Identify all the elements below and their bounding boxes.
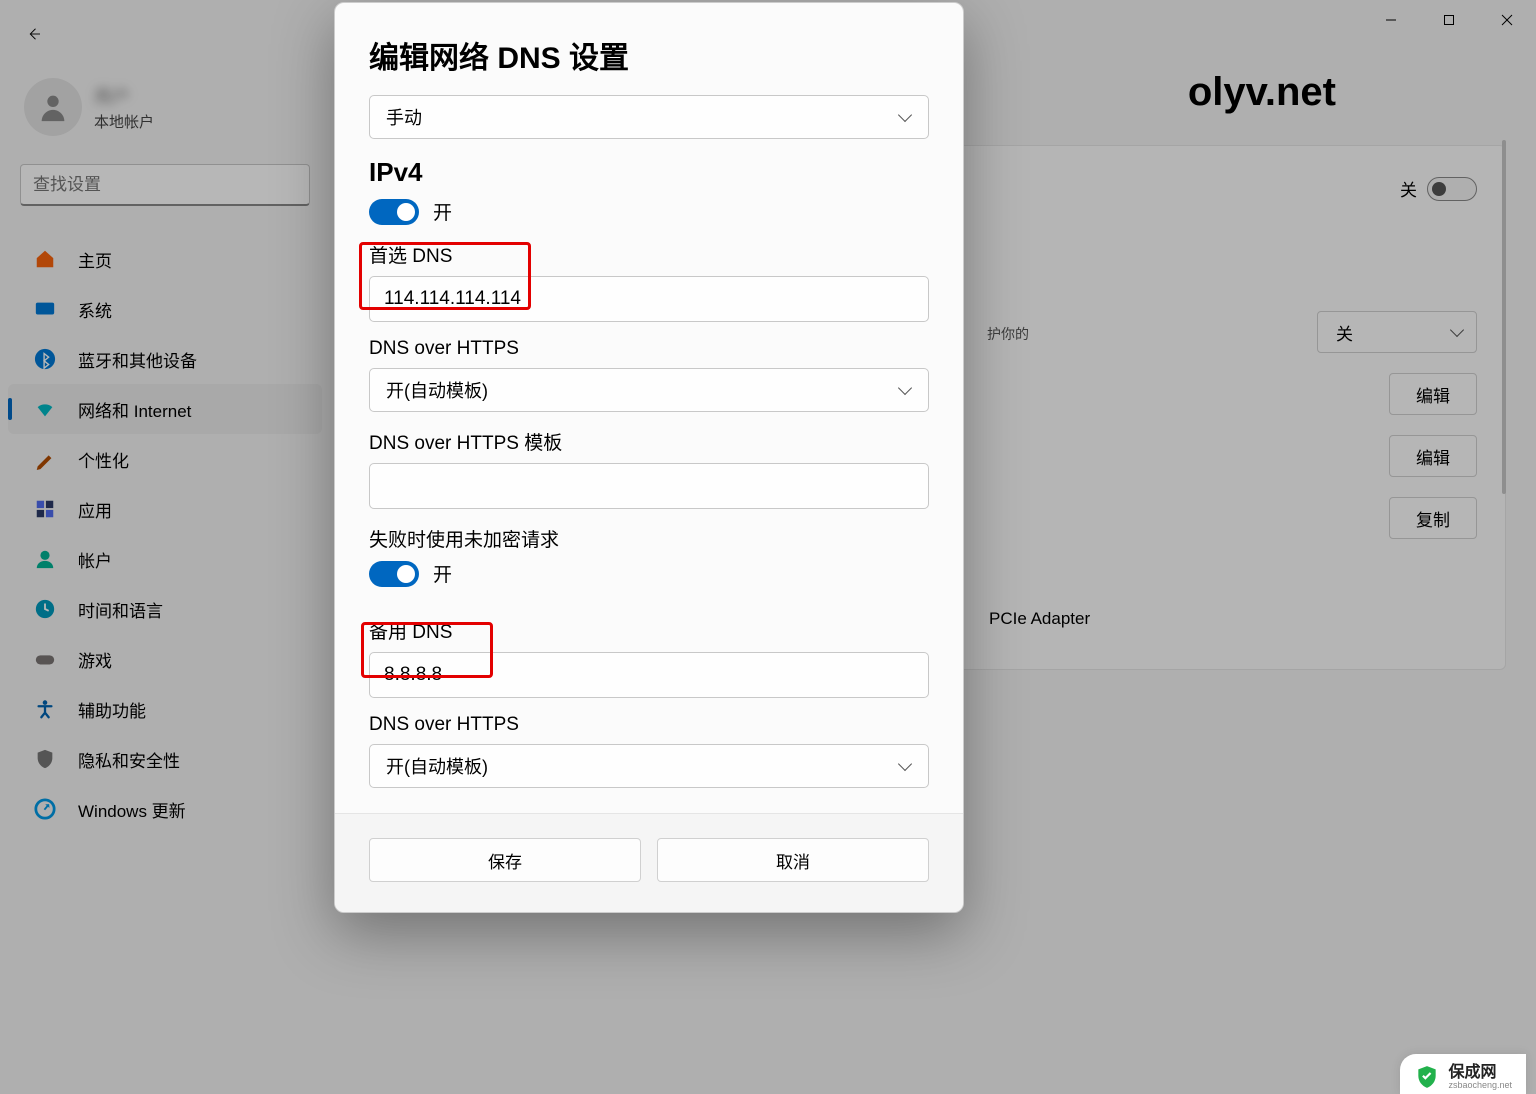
doh-template-input[interactable] xyxy=(369,463,929,509)
watermark: 保成网 zsbaocheng.net xyxy=(1400,1054,1526,1094)
doh-select[interactable]: 开(自动模板) xyxy=(369,368,929,412)
cancel-button[interactable]: 取消 xyxy=(657,838,929,882)
alt-doh-select[interactable]: 开(自动模板) xyxy=(369,744,929,788)
preferred-dns-label: 首选 DNS xyxy=(369,241,929,268)
fallback-toggle-label: 开 xyxy=(433,560,452,587)
alternate-dns-label: 备用 DNS xyxy=(369,617,929,644)
dns-settings-dialog: 编辑网络 DNS 设置 手动 IPv4 开 首选 DNS DNS over HT… xyxy=(334,2,964,913)
dns-mode-select[interactable]: 手动 xyxy=(369,95,929,139)
dialog-title: 编辑网络 DNS 设置 xyxy=(369,33,929,77)
fallback-toggle[interactable] xyxy=(369,561,419,587)
alt-doh-label: DNS over HTTPS xyxy=(369,714,929,736)
shield-check-icon xyxy=(1414,1064,1440,1090)
save-button[interactable]: 保存 xyxy=(369,838,641,882)
alternate-dns-input[interactable] xyxy=(369,652,929,698)
ipv4-toggle-label: 开 xyxy=(433,198,452,225)
doh-label: DNS over HTTPS xyxy=(369,338,929,360)
preferred-dns-input[interactable] xyxy=(369,276,929,322)
watermark-name: 保成网 xyxy=(1448,1065,1512,1081)
ipv4-toggle[interactable] xyxy=(369,199,419,225)
fallback-label: 失败时使用未加密请求 xyxy=(369,525,929,552)
ipv4-heading: IPv4 xyxy=(369,157,929,188)
doh-template-label: DNS over HTTPS 模板 xyxy=(369,428,929,455)
watermark-url: zsbaocheng.net xyxy=(1448,1081,1512,1090)
